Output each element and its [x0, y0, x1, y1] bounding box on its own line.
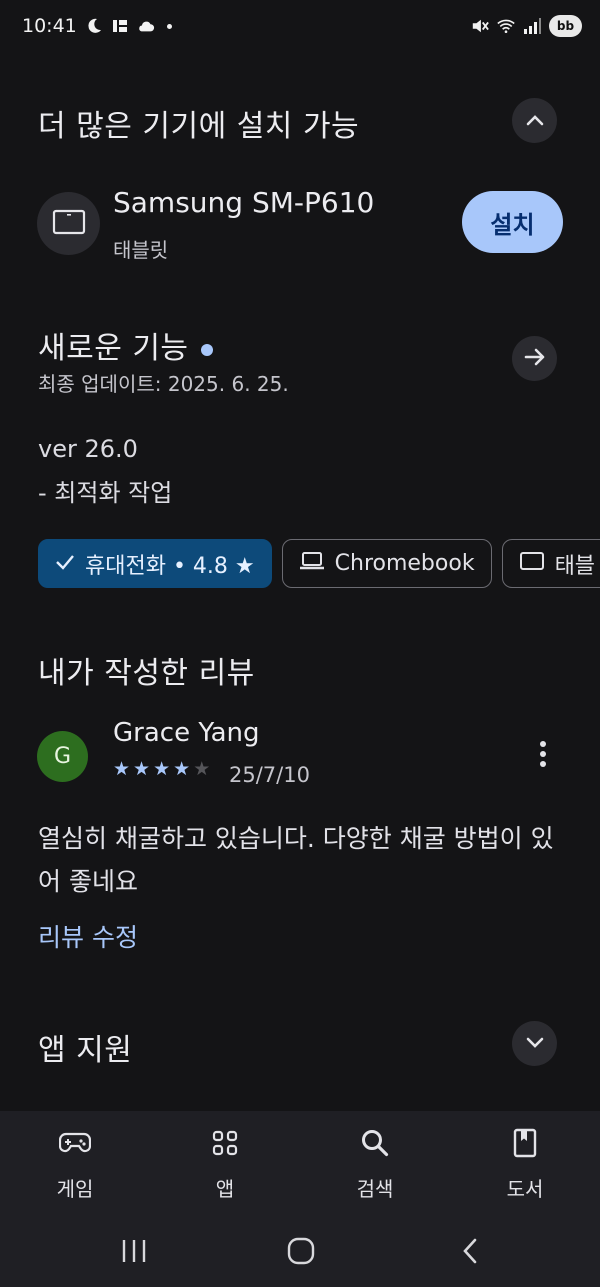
star-filled-icon: ★: [113, 758, 131, 780]
chip-tablet[interactable]: 태블: [501, 539, 600, 588]
release-notes: ver 26.0 - 최적화 작업: [38, 427, 172, 515]
tablet-icon: [52, 209, 86, 239]
device-type: 태블릿: [113, 238, 169, 262]
nav-search-label: 검색: [356, 1177, 394, 1201]
review-date: 25/7/10: [229, 763, 310, 787]
whats-new-label: 새로운 기능: [38, 331, 189, 366]
home-button[interactable]: [281, 1233, 321, 1273]
back-button[interactable]: [450, 1233, 490, 1273]
signal-icon: [523, 17, 541, 35]
bottom-navigation: 게임 앱 검색 도서: [0, 1111, 600, 1223]
device-name: Samsung SM-P610: [113, 186, 375, 219]
nav-books-label: 도서: [506, 1177, 544, 1201]
apps-grid-icon: [208, 1127, 242, 1159]
collapse-devices-button[interactable]: [512, 98, 557, 143]
arrow-right-icon: [524, 347, 546, 371]
release-note-line: - 최적화 작업: [38, 479, 173, 507]
star-filled-icon: ★: [153, 758, 171, 780]
more-devices-title: 더 많은 기기에 설치 가능: [38, 109, 360, 144]
back-chevron-icon: [460, 1237, 480, 1269]
app-support-title: 앱 지원: [38, 1033, 133, 1068]
nav-games[interactable]: 게임: [0, 1111, 150, 1223]
chip-phone-label: 휴대전화 • 4.8 ★: [85, 553, 255, 579]
play-store-app-detail-screen: 10:41 bb 더 많은 기기에 설치 가능 Samsung SM-P610 …: [0, 0, 600, 1287]
status-time: 10:41: [22, 15, 77, 37]
nav-books[interactable]: 도서: [450, 1111, 600, 1223]
check-icon: [55, 551, 75, 576]
notification-icon: [111, 17, 129, 35]
star-filled-icon: ★: [133, 758, 151, 780]
last-updated: 최종 업데이트: 2025. 6. 25.: [38, 372, 289, 396]
whats-new-more-button[interactable]: [512, 336, 557, 381]
expand-app-support-button[interactable]: [512, 1021, 557, 1066]
recent-apps-button[interactable]: [114, 1233, 154, 1273]
install-button[interactable]: 설치: [462, 191, 563, 253]
release-note-line: ver 26.0: [38, 435, 138, 463]
nav-apps-label: 앱: [215, 1177, 235, 1201]
device-avatar: [37, 192, 100, 255]
whats-new-title: 새로운 기능: [38, 323, 213, 367]
device-filter-chips: 휴대전화 • 4.8 ★ Chromebook 태블: [38, 539, 600, 588]
home-icon: [286, 1237, 316, 1269]
nav-apps[interactable]: 앱: [150, 1111, 300, 1223]
chevron-up-icon: [526, 111, 544, 130]
chip-chromebook[interactable]: Chromebook: [281, 539, 492, 588]
nav-games-label: 게임: [56, 1177, 94, 1201]
my-review-title: 내가 작성한 리뷰: [38, 656, 255, 691]
avatar: G: [37, 731, 88, 782]
star-rating: ★ ★ ★ ★ ★: [113, 758, 210, 780]
system-navigation-bar: [0, 1223, 600, 1287]
recent-apps-icon: [120, 1238, 148, 1268]
chevron-down-icon: [526, 1034, 544, 1053]
review-more-options-icon[interactable]: [533, 738, 553, 770]
new-indicator-dot: [200, 343, 213, 356]
chip-chromebook-label: Chromebook: [334, 551, 475, 576]
star-empty-icon: ★: [193, 758, 211, 780]
search-icon: [358, 1127, 392, 1159]
status-bar: 10:41 bb: [0, 0, 600, 52]
book-icon: [508, 1127, 542, 1159]
nav-search[interactable]: 검색: [300, 1111, 450, 1223]
chip-phone[interactable]: 휴대전화 • 4.8 ★: [38, 539, 272, 588]
reviewer-name: Grace Yang: [113, 718, 260, 748]
tablet-icon: [519, 551, 545, 577]
gamepad-icon: [58, 1127, 92, 1159]
chip-tablet-label: 태블: [554, 553, 596, 579]
mute-icon: [471, 17, 489, 35]
wifi-icon: [497, 17, 515, 35]
more-notifications-dot-icon: [166, 23, 172, 29]
edit-review-link[interactable]: 리뷰 수정: [38, 918, 138, 954]
star-filled-icon: ★: [173, 758, 191, 780]
moon-icon: [85, 17, 103, 35]
cloud-icon: [137, 17, 155, 35]
laptop-icon: [299, 551, 325, 577]
review-text: 열심히 채굴하고 있습니다. 다양한 채굴 방법이 있어 좋네요: [38, 824, 554, 896]
battery-indicator: bb: [549, 15, 582, 37]
